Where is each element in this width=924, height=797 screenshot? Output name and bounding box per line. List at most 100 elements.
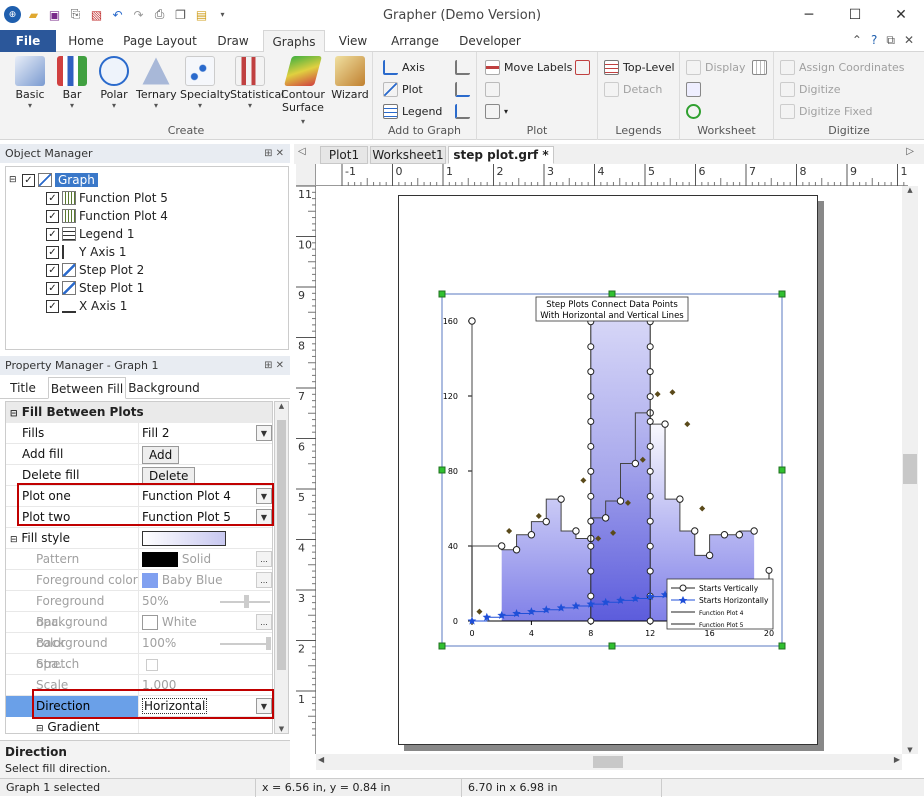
foreground-color-selector[interactable]: Baby Blue... <box>140 570 272 591</box>
tree-item-step-plot-1[interactable]: ✓ Step Plot 1 <box>46 279 144 297</box>
tab-scroll-right-icon[interactable]: ▷ <box>906 146 914 157</box>
visibility-checkbox[interactable]: ✓ <box>46 245 59 259</box>
visibility-checkbox[interactable]: ✓ <box>22 173 35 187</box>
step-plot-graph[interactable]: 0 4 8 12 16 20 0 40 80 120 160 Step Plots Connect D… <box>399 196 819 746</box>
fills-dropdown[interactable]: Fill 2 ▼ <box>140 423 272 444</box>
visibility-checkbox[interactable]: ✓ <box>46 263 59 277</box>
label-options-button[interactable] <box>575 57 590 77</box>
tab-scroll-left-icon[interactable]: ◁ <box>298 146 306 157</box>
direction-dropdown[interactable]: Horizontal ▼ <box>140 696 272 717</box>
tree-item-y-axis-1[interactable]: ✓ Y Axis 1 <box>46 243 127 261</box>
object-manager-pin-icon[interactable]: ⊞ ✕ <box>264 144 284 163</box>
bar-button[interactable]: Bar ▾ <box>52 56 92 110</box>
tree-item-function-plot-4[interactable]: ✓ Function Plot 4 <box>46 207 168 225</box>
add-plot-alt2-button[interactable] <box>455 101 470 121</box>
add-plot-button[interactable]: Plot <box>383 79 423 99</box>
tab-between-fill[interactable]: Between Fill <box>48 377 126 399</box>
tab-background[interactable]: Background <box>128 377 200 399</box>
assign-coordinates-button[interactable]: Assign Coordinates <box>780 57 905 77</box>
top-level-button[interactable]: Top-Level <box>604 57 675 77</box>
section-fill-between-plots[interactable]: ⊟ Fill Between Plots <box>6 402 272 423</box>
worksheet-refresh-button[interactable] <box>686 101 701 121</box>
ellipsis-icon[interactable]: ... <box>256 614 272 630</box>
maximize-button[interactable]: ☐ <box>832 0 878 30</box>
tab-home[interactable]: Home <box>58 30 114 52</box>
pattern-selector[interactable]: Solid... <box>140 549 272 570</box>
add-fill-button[interactable]: Add <box>142 446 180 464</box>
background-opacity-slider[interactable]: 100% <box>140 633 272 654</box>
tree-item-function-plot-5[interactable]: ✓ Function Plot 5 <box>46 189 168 207</box>
plot-one-dropdown[interactable]: Function Plot 4 ▼ <box>140 486 272 507</box>
collapse-icon[interactable]: ⊟ <box>10 409 18 419</box>
display-button[interactable]: Display <box>686 57 746 77</box>
canvas-vertical-scrollbar[interactable]: ▲ ▼ <box>902 186 918 754</box>
help-icon[interactable]: ? <box>871 33 877 48</box>
scroll-right-icon[interactable]: ▶ <box>894 755 900 764</box>
worksheet-open-button[interactable] <box>686 79 701 99</box>
ellipsis-icon[interactable]: ... <box>256 551 272 567</box>
ellipsis-icon[interactable]: ... <box>256 572 272 588</box>
stretch-checkbox[interactable] <box>140 654 272 675</box>
scale-input[interactable]: 1.000 <box>140 675 272 696</box>
tab-title[interactable]: Title <box>2 377 44 399</box>
detach-button[interactable]: Detach <box>604 79 662 99</box>
chevron-down-icon[interactable]: ▼ <box>256 698 272 714</box>
scroll-down-icon[interactable]: ▼ <box>275 725 288 733</box>
scrollbar-thumb[interactable] <box>593 756 623 768</box>
tree-item-x-axis-1[interactable]: ✓ X Axis 1 <box>46 297 127 315</box>
restore-doc-icon[interactable]: ⧉ <box>886 33 895 48</box>
plot-two-dropdown[interactable]: Function Plot 5 ▼ <box>140 507 272 528</box>
canvas-horizontal-scrollbar[interactable]: ◀ ▶ <box>316 754 902 770</box>
visibility-checkbox[interactable]: ✓ <box>46 209 59 223</box>
add-plot-alt-button[interactable] <box>455 79 470 99</box>
tab-draw[interactable]: Draw <box>206 30 260 52</box>
plot-option-3-button[interactable]: ▾ <box>485 101 508 121</box>
visibility-checkbox[interactable]: ✓ <box>46 191 59 205</box>
collapse-ribbon-icon[interactable]: ⌃ <box>852 33 862 48</box>
add-legend-button[interactable]: Legend <box>383 101 442 121</box>
vertical-ruler[interactable]: 11 10 9 8 7 6 5 4 3 2 1 <box>296 185 316 754</box>
visibility-checkbox[interactable]: ✓ <box>46 281 59 295</box>
worksheet-extra-button[interactable] <box>752 57 767 77</box>
chevron-down-icon[interactable]: ▼ <box>256 509 272 525</box>
plot-canvas[interactable]: 0 4 8 12 16 20 0 40 80 120 160 Step Plots Connect D… <box>316 186 902 754</box>
visibility-checkbox[interactable]: ✓ <box>46 227 59 241</box>
property-grid-scrollbar[interactable]: ▲ ▼ <box>274 401 289 734</box>
tab-page-layout[interactable]: Page Layout <box>118 30 202 52</box>
wizard-button[interactable]: Wizard <box>330 56 370 101</box>
chevron-down-icon[interactable]: ▼ <box>256 425 272 441</box>
scroll-up-icon[interactable]: ▲ <box>902 186 918 194</box>
doc-tab-worksheet1[interactable]: Worksheet1 <box>370 146 446 164</box>
tree-item-graph[interactable]: ⊟ ✓ Graph <box>9 171 98 189</box>
doc-tab-plot1[interactable]: Plot1 <box>320 146 368 164</box>
digitize-fixed-button[interactable]: Digitize Fixed <box>780 101 872 121</box>
tab-graphs[interactable]: Graphs <box>263 30 325 53</box>
delete-fill-button[interactable]: Delete <box>142 467 196 485</box>
scrollbar-thumb[interactable] <box>903 454 917 484</box>
polar-button[interactable]: Polar ▾ <box>94 56 134 110</box>
tab-developer[interactable]: Developer <box>452 30 528 52</box>
close-button[interactable]: ✕ <box>878 0 924 30</box>
tree-item-legend-1[interactable]: ✓ Legend 1 <box>46 225 135 243</box>
horizontal-ruler[interactable]: -1 0 1 2 3 4 5 6 7 8 9 10 <box>316 164 924 186</box>
doc-tab-step-plot[interactable]: step plot.grf * ✕ <box>448 146 554 179</box>
tab-file[interactable]: File <box>0 30 56 52</box>
move-labels-button[interactable]: Move Labels <box>485 57 572 77</box>
tree-item-step-plot-2[interactable]: ✓ Step Plot 2 <box>46 261 144 279</box>
add-axis-button[interactable]: Axis <box>383 57 425 77</box>
collapse-icon[interactable]: ⊟ <box>9 175 19 185</box>
chevron-down-icon[interactable]: ▼ <box>256 488 272 504</box>
background-color-selector[interactable]: White... <box>140 612 272 633</box>
scrollbar-thumb[interactable] <box>277 420 286 670</box>
close-doc-window-icon[interactable]: ✕ <box>904 33 914 48</box>
scroll-left-icon[interactable]: ◀ <box>318 755 324 764</box>
ternary-button[interactable]: Ternary ▾ <box>136 56 177 110</box>
digitize-button[interactable]: Digitize <box>780 79 840 99</box>
collapse-icon[interactable]: ⊟ <box>36 724 44 733</box>
contour-surface-button[interactable]: Contour Surface ▾ <box>280 56 326 127</box>
property-manager-pin-icon[interactable]: ⊞ ✕ <box>264 356 284 375</box>
tab-arrange[interactable]: Arrange <box>382 30 448 52</box>
visibility-checkbox[interactable]: ✓ <box>46 299 59 313</box>
fill-style-swatch[interactable] <box>140 528 272 549</box>
add-axis-alt-button[interactable] <box>455 57 470 77</box>
